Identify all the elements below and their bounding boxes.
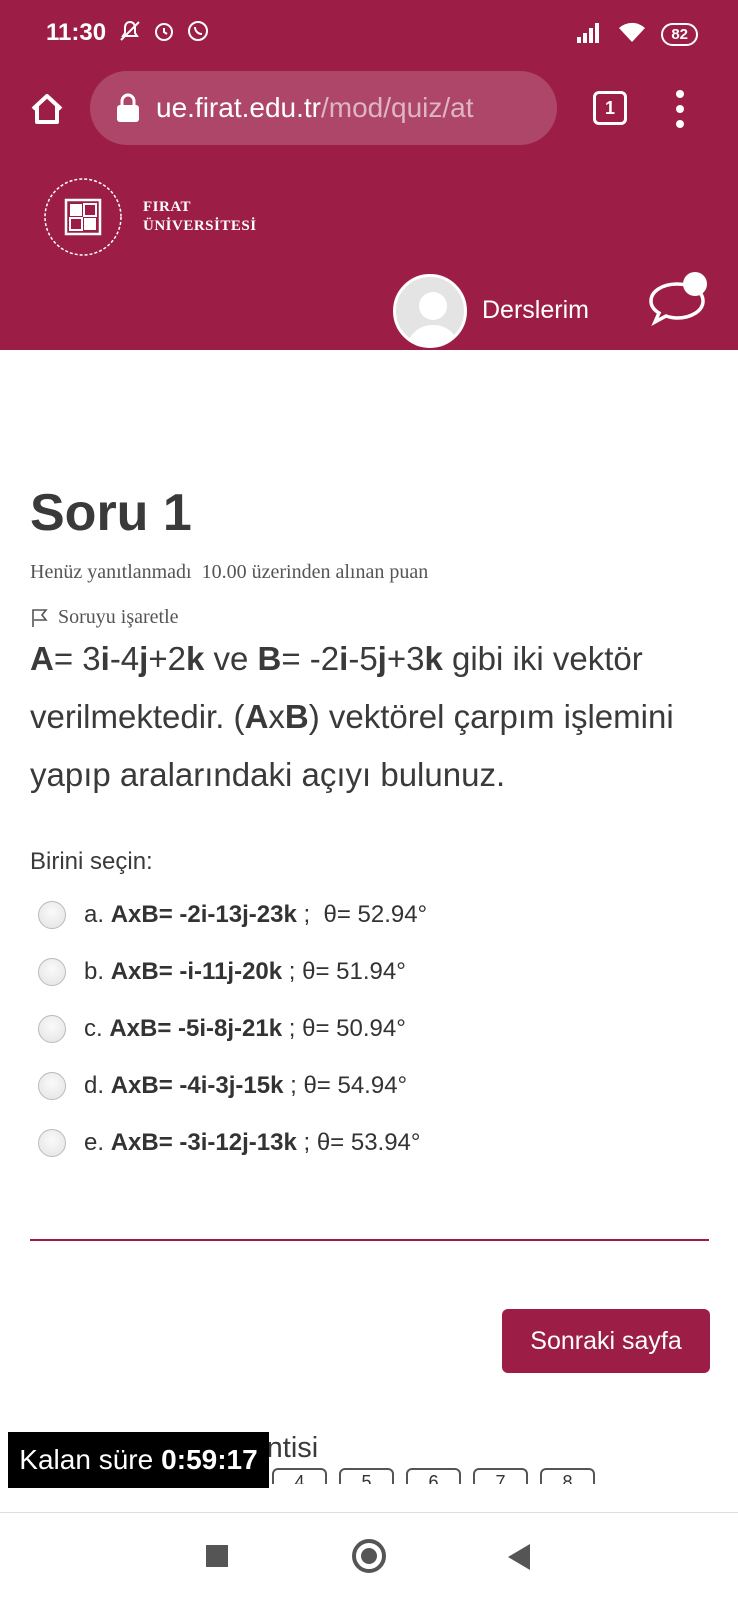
battery-indicator: 82	[661, 23, 698, 46]
section-divider	[30, 1239, 709, 1241]
user-avatar[interactable]	[393, 274, 467, 348]
answer-label: b. AxB= -i-11j-20k ; θ= 51.94°	[84, 957, 406, 985]
logo-line-2: ÜNİVERSİTESİ	[143, 218, 257, 234]
quiz-nav-question-button[interactable]: 5	[339, 1468, 394, 1484]
signal-icon	[575, 21, 603, 48]
whatsapp-icon	[186, 19, 210, 49]
answer-label: e. AxB= -3i-12j-13k ; θ= 53.94°	[84, 1128, 421, 1156]
timer-label: Kalan süre	[19, 1444, 154, 1475]
radio-button[interactable]	[38, 1014, 66, 1043]
answer-label: a. AxB= -2i-13j-23k ; θ= 52.94°	[84, 900, 428, 928]
quiz-nav-question-button[interactable]: 4	[272, 1468, 327, 1484]
university-seal-logo[interactable]	[42, 176, 124, 258]
my-courses-link[interactable]: Derslerim	[482, 296, 589, 325]
wifi-icon	[617, 20, 647, 49]
tab-switcher-button[interactable]: 1	[593, 91, 627, 125]
back-triangle-icon[interactable]	[508, 1544, 530, 1570]
alarm-icon	[152, 19, 176, 49]
recent-apps-icon[interactable]	[206, 1545, 228, 1567]
site-header: FIRAT ÜNİVERSİTESİ Derslerim	[0, 162, 738, 350]
home-button[interactable]	[24, 86, 70, 132]
radio-button[interactable]	[38, 1128, 66, 1157]
flag-icon	[32, 608, 48, 627]
quiz-navigation-buttons: 45678	[272, 1468, 595, 1484]
flag-question-link[interactable]: Soruyu işaretle	[30, 606, 179, 629]
browser-menu-button[interactable]	[670, 86, 690, 132]
answer-option[interactable]: d. AxB= -4i-3j-15k ; θ= 54.94°	[38, 1057, 427, 1114]
quiz-nav-question-button[interactable]: 8	[540, 1468, 595, 1484]
answer-status: Henüz yanıtlanmadı	[30, 561, 192, 583]
home-icon	[31, 94, 63, 124]
user-icon	[407, 292, 459, 345]
url-path: /mod/quiz/at	[320, 92, 474, 123]
timer-value: 0:59:17	[161, 1444, 258, 1475]
flag-label: Soruyu işaretle	[58, 606, 179, 628]
answer-option[interactable]: b. AxB= -i-11j-20k ; θ= 51.94°	[38, 943, 427, 1000]
mute-icon	[118, 19, 142, 49]
answer-label: c. AxB= -5i-8j-21k ; θ= 50.94°	[84, 1014, 406, 1042]
answer-option[interactable]: c. AxB= -5i-8j-21k ; θ= 50.94°	[38, 1000, 427, 1057]
chat-bubble-icon[interactable]	[643, 270, 711, 326]
question-title: Soru 1	[30, 484, 192, 542]
answer-label: d. AxB= -4i-3j-15k ; θ= 54.94°	[84, 1071, 408, 1099]
radio-button[interactable]	[38, 957, 66, 986]
question-points: 10.00 üzerinden alınan puan	[201, 561, 429, 583]
answer-option[interactable]: a. AxB= -2i-13j-23k ; θ= 52.94°	[38, 886, 427, 943]
time-remaining: Kalan süre 0:59:17	[8, 1432, 269, 1488]
address-bar[interactable]: ue.firat.edu.tr/mod/quiz/at	[90, 71, 557, 145]
university-name[interactable]: FIRAT ÜNİVERSİTESİ	[143, 198, 257, 236]
home-circle-icon[interactable]	[352, 1539, 386, 1573]
next-page-button[interactable]: Sonraki sayfa	[502, 1309, 710, 1373]
question-text: A= 3i-4j+2k ve B= -2i-5j+3k gibi iki vek…	[30, 640, 674, 793]
status-time: 11:30	[46, 19, 107, 46]
answer-option[interactable]: e. AxB= -3i-12j-13k ; θ= 53.94°	[38, 1114, 427, 1171]
logo-line-1: FIRAT	[143, 199, 192, 215]
radio-button[interactable]	[38, 1071, 66, 1100]
choose-one-label: Birini seçin:	[30, 848, 153, 875]
system-navigation-bar	[0, 1512, 738, 1600]
status-bar: 11:30 82	[0, 0, 738, 66]
browser-toolbar: ue.firat.edu.tr/mod/quiz/at 1	[0, 66, 738, 162]
quiz-nav-question-button[interactable]: 7	[473, 1468, 528, 1484]
status-system-icons: 82	[575, 20, 698, 49]
answer-options: a. AxB= -2i-13j-23k ; θ= 52.94° b. AxB= -…	[38, 886, 427, 1171]
radio-button[interactable]	[38, 900, 66, 929]
status-notification-icons	[118, 19, 210, 49]
lock-icon	[117, 93, 139, 122]
question-status: Henüz yanıtlanmadı 10.00 üzerinden alına…	[30, 561, 428, 584]
quiz-nav-question-button[interactable]: 6	[406, 1468, 461, 1484]
url-host: ue.firat.edu.tr	[156, 92, 321, 123]
